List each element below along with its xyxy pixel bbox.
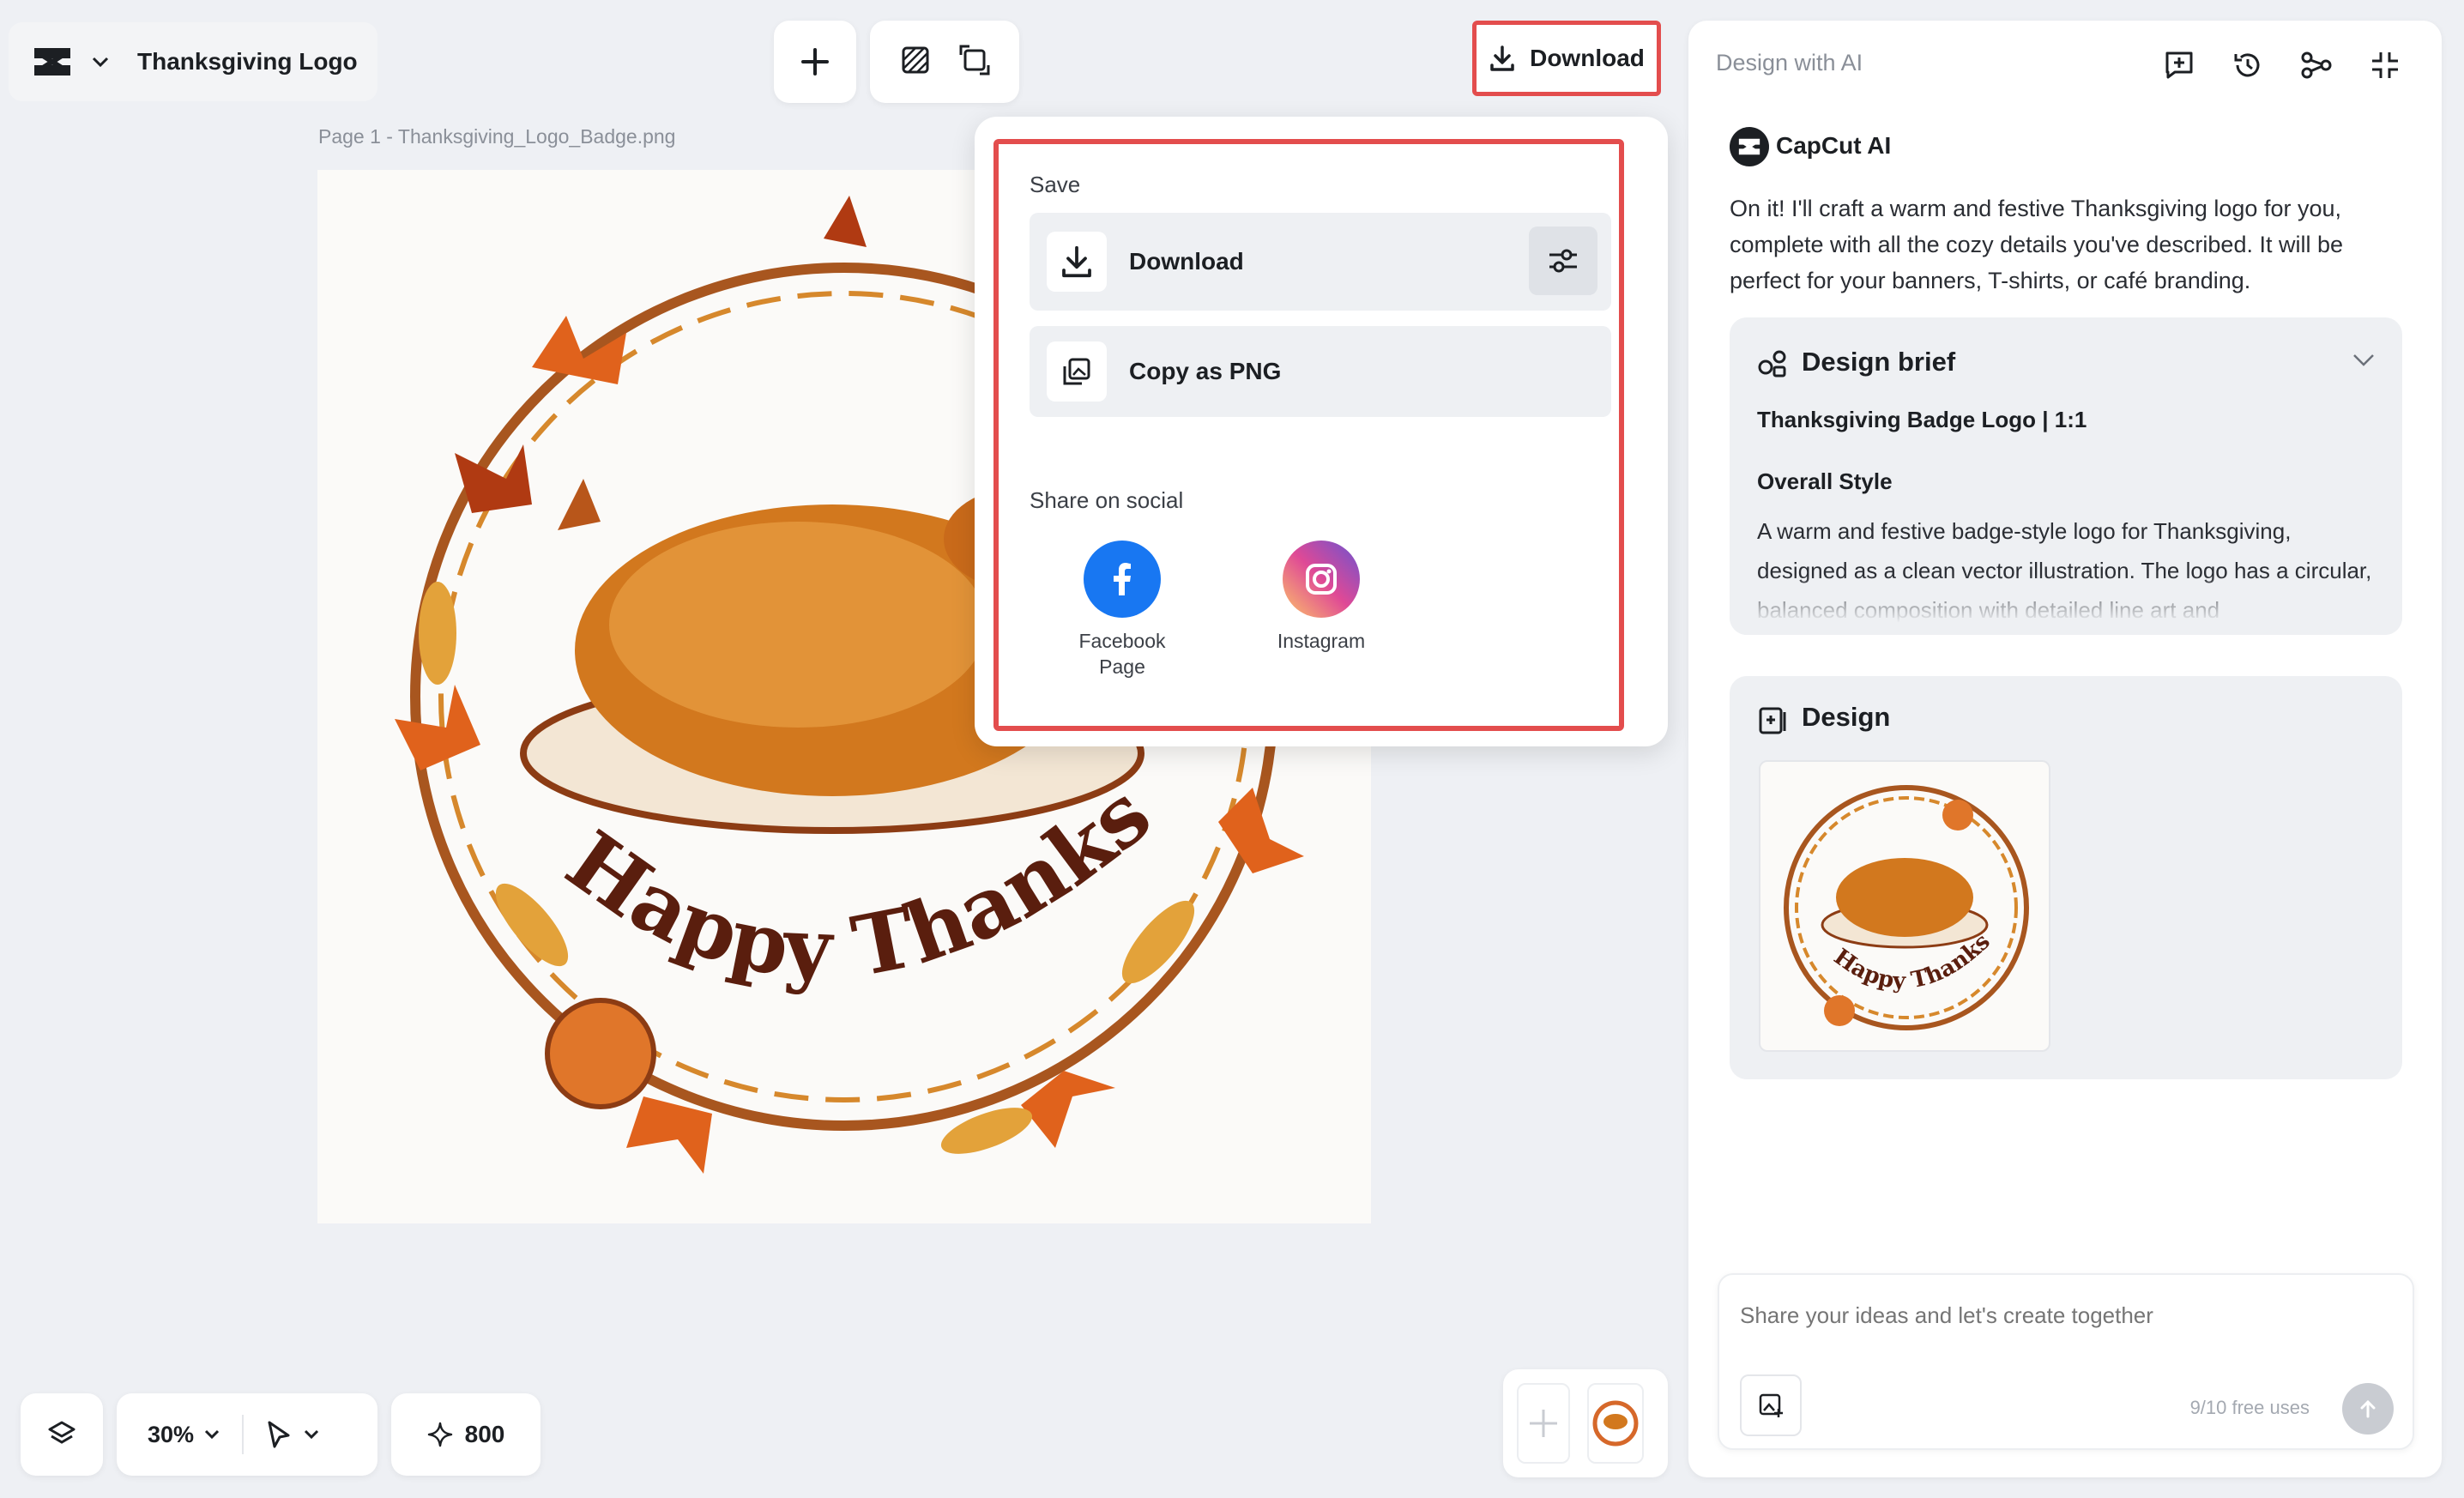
add-image-icon bbox=[1759, 1393, 1783, 1417]
sparkle-icon bbox=[427, 1422, 452, 1447]
download-icon bbox=[1047, 232, 1107, 292]
zoom-level[interactable]: 30% bbox=[148, 1422, 194, 1448]
plus-icon bbox=[1530, 1410, 1557, 1437]
download-icon bbox=[1490, 45, 1514, 71]
facebook-label-line2: Page bbox=[1099, 655, 1145, 678]
divider bbox=[242, 1415, 245, 1454]
history-icon[interactable] bbox=[2224, 41, 2272, 89]
project-menu[interactable]: Thanksgiving Logo bbox=[9, 22, 377, 101]
copy-png-label: Copy as PNG bbox=[1129, 358, 1282, 384]
sliders-icon bbox=[1549, 249, 1577, 273]
design-icon bbox=[1759, 707, 1786, 734]
brief-fade bbox=[1730, 575, 2402, 635]
instagram-label: Instagram bbox=[1277, 630, 1366, 652]
add-button[interactable] bbox=[774, 21, 856, 103]
share-section-label: Share on social bbox=[1030, 487, 1184, 513]
credits-count: 800 bbox=[464, 1421, 505, 1447]
panel-title: Design with AI bbox=[1716, 50, 1863, 76]
collapse-icon[interactable] bbox=[2361, 41, 2409, 89]
share-nodes-icon[interactable] bbox=[2292, 41, 2340, 89]
brief-title: Design brief bbox=[1802, 347, 1956, 377]
ai-name: CapCut AI bbox=[1776, 132, 1892, 159]
ai-message: On it! I'll craft a warm and festive Tha… bbox=[1730, 196, 2343, 293]
page-strip bbox=[1503, 1369, 1668, 1477]
copy-image-icon bbox=[1047, 341, 1107, 402]
design-thumbnail[interactable]: Happy Thanksgiving bbox=[1759, 760, 2050, 1052]
instagram-icon bbox=[1283, 541, 1360, 618]
download-button[interactable]: Download bbox=[1472, 21, 1661, 96]
download-label: Download bbox=[1530, 45, 1645, 71]
chat-input-box: 9/10 free uses bbox=[1718, 1273, 2414, 1450]
save-section-label: Save bbox=[1030, 172, 1081, 197]
layers-icon bbox=[48, 1421, 75, 1444]
new-chat-icon[interactable] bbox=[2155, 41, 2203, 89]
free-uses-counter: 9/10 free uses bbox=[2189, 1397, 2310, 1418]
plus-icon bbox=[801, 48, 829, 76]
facebook-label: Facebook bbox=[1078, 630, 1166, 652]
chat-input[interactable] bbox=[1740, 1302, 2392, 1329]
design-brief-card[interactable]: Design brief Thanksgiving Badge Logo | 1… bbox=[1730, 317, 2402, 635]
credits-display[interactable]: 800 bbox=[391, 1393, 541, 1476]
design-title: Design bbox=[1802, 702, 1891, 732]
facebook-icon bbox=[1084, 541, 1161, 618]
download-option[interactable]: Download bbox=[1030, 213, 1611, 311]
chevron-down-icon[interactable] bbox=[304, 1429, 319, 1440]
attach-image-button[interactable] bbox=[1740, 1374, 1802, 1436]
download-option-label: Download bbox=[1129, 248, 1244, 275]
zoom-controls: 30% bbox=[117, 1393, 377, 1476]
share-facebook[interactable]: Facebook Page bbox=[1064, 541, 1181, 680]
brief-shapes-icon bbox=[1758, 350, 1786, 378]
arrow-up-icon bbox=[2360, 1399, 2376, 1418]
layers-button[interactable] bbox=[21, 1393, 103, 1476]
add-page-button[interactable] bbox=[1517, 1383, 1570, 1464]
chevron-down-icon[interactable] bbox=[204, 1429, 220, 1440]
chevron-down-icon[interactable] bbox=[2352, 353, 2375, 367]
project-title[interactable]: Thanksgiving Logo bbox=[137, 48, 358, 76]
page-thumbnail[interactable] bbox=[1587, 1383, 1644, 1464]
brief-subtitle: Thanksgiving Badge Logo | 1:1 bbox=[1757, 407, 2087, 432]
resize-icon[interactable] bbox=[959, 45, 990, 80]
pointer-icon[interactable] bbox=[266, 1420, 292, 1449]
capcut-logo-icon bbox=[31, 40, 74, 83]
brief-section-heading: Overall Style bbox=[1757, 468, 1893, 494]
capcut-ai-avatar bbox=[1730, 127, 1769, 166]
download-settings-button[interactable] bbox=[1529, 227, 1597, 295]
background-remove-icon[interactable] bbox=[900, 45, 931, 80]
canvas-tools bbox=[870, 21, 1019, 103]
page-label: Page 1 - Thanksgiving_Logo_Badge.png bbox=[318, 125, 676, 148]
design-result-card: Design Happy Thanksgiving bbox=[1730, 676, 2402, 1079]
send-button[interactable] bbox=[2342, 1383, 2394, 1435]
copy-png-option[interactable]: Copy as PNG bbox=[1030, 326, 1611, 417]
chevron-down-icon[interactable] bbox=[88, 49, 113, 75]
share-instagram[interactable]: Instagram bbox=[1263, 541, 1380, 654]
